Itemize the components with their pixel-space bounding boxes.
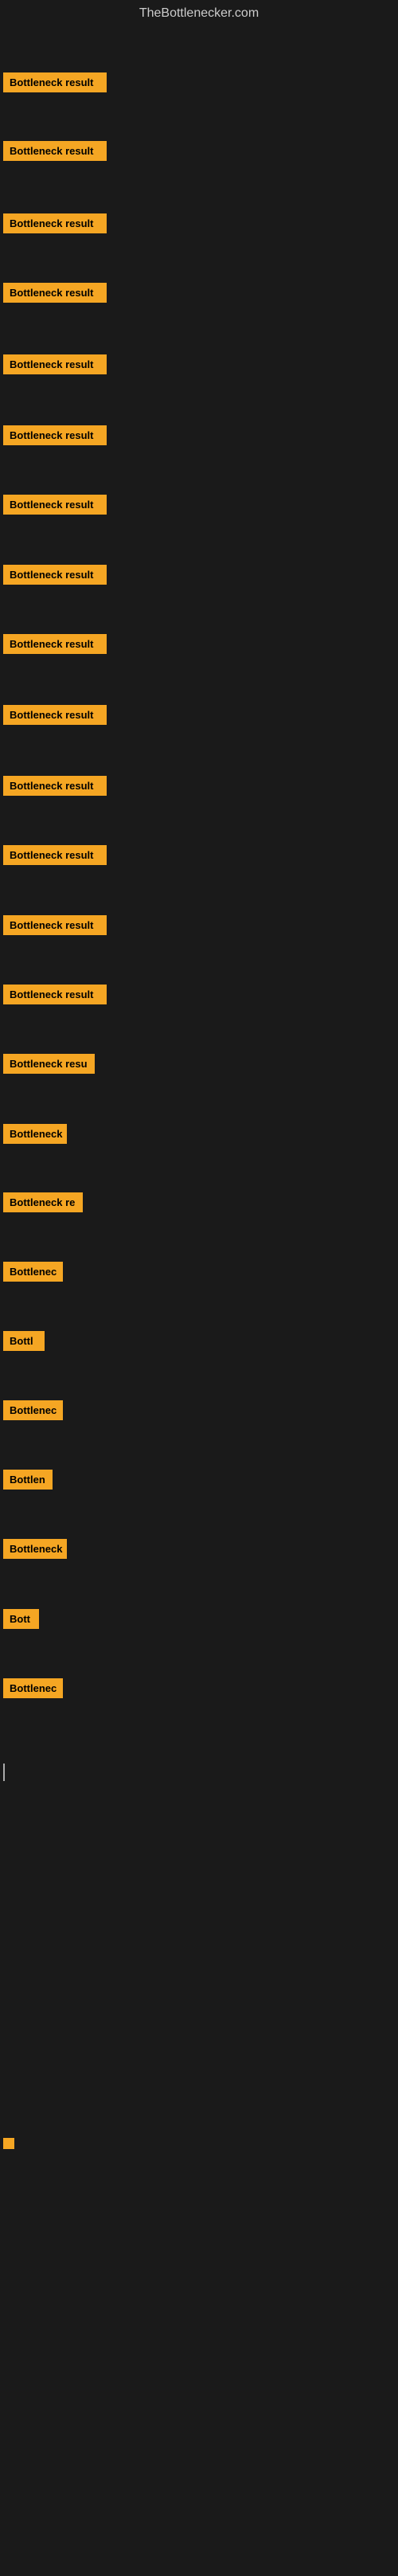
- bottleneck-item-3[interactable]: Bottleneck result: [3, 213, 107, 233]
- small-indicator-box: [3, 2138, 14, 2149]
- bottleneck-item-1[interactable]: Bottleneck result: [3, 72, 107, 92]
- bottleneck-item-10[interactable]: Bottleneck result: [3, 705, 107, 725]
- bottleneck-item-12[interactable]: Bottleneck result: [3, 845, 107, 865]
- bottleneck-item-16[interactable]: Bottleneck: [3, 1124, 67, 1144]
- cursor-line: [3, 1764, 5, 1781]
- bottleneck-item-5[interactable]: Bottleneck result: [3, 354, 107, 374]
- bottleneck-item-8[interactable]: Bottleneck result: [3, 565, 107, 585]
- bottleneck-item-4[interactable]: Bottleneck result: [3, 283, 107, 303]
- bottleneck-item-14[interactable]: Bottleneck result: [3, 985, 107, 1004]
- bottleneck-item-9[interactable]: Bottleneck result: [3, 634, 107, 654]
- bottleneck-item-13[interactable]: Bottleneck result: [3, 915, 107, 935]
- bottleneck-item-24[interactable]: Bottlenec: [3, 1678, 63, 1698]
- bottleneck-item-20[interactable]: Bottlenec: [3, 1400, 63, 1420]
- bottleneck-item-23[interactable]: Bott: [3, 1609, 39, 1629]
- bottleneck-item-19[interactable]: Bottl: [3, 1331, 45, 1351]
- bottleneck-item-11[interactable]: Bottleneck result: [3, 776, 107, 796]
- bottleneck-item-21[interactable]: Bottlen: [3, 1470, 53, 1490]
- bottleneck-item-7[interactable]: Bottleneck result: [3, 495, 107, 515]
- bottleneck-item-2[interactable]: Bottleneck result: [3, 141, 107, 161]
- bottleneck-item-22[interactable]: Bottleneck: [3, 1539, 67, 1559]
- bottleneck-item-18[interactable]: Bottlenec: [3, 1262, 63, 1282]
- bottleneck-item-15[interactable]: Bottleneck resu: [3, 1054, 95, 1074]
- site-title: TheBottlenecker.com: [0, 0, 398, 27]
- bottleneck-item-17[interactable]: Bottleneck re: [3, 1192, 83, 1212]
- bottleneck-item-6[interactable]: Bottleneck result: [3, 425, 107, 445]
